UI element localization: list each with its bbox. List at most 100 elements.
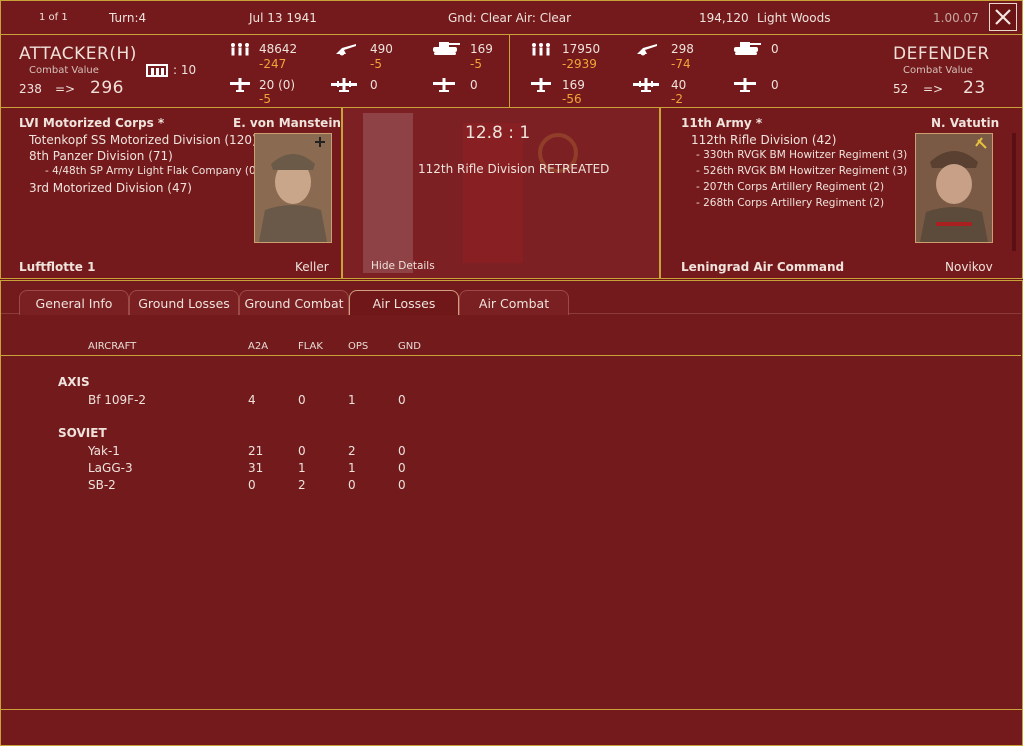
fort-level: : 10 — [173, 63, 197, 77]
def-bombers: 40 — [671, 78, 687, 92]
ops-value: 1 — [348, 393, 356, 407]
aircraft-name: LaGG-3 — [88, 461, 133, 475]
att-men-loss: -247 — [259, 57, 287, 71]
result-panel: 12.8 : 1 112th Rifle Division RETREATED … — [342, 107, 660, 279]
defender-subunit[interactable]: - 207th Corps Artillery Regiment (2) — [696, 181, 884, 193]
group-soviet: SOVIET — [58, 426, 107, 440]
def-recon: 0 — [771, 78, 779, 92]
col-header-a2a[interactable]: A2A — [248, 341, 268, 352]
men-icon — [531, 42, 551, 56]
version-label: 1.00.07 — [933, 11, 979, 25]
bottom-bar — [0, 709, 1023, 746]
att-bombers: 0 — [370, 78, 378, 92]
tab-air-losses[interactable]: Air Losses — [349, 290, 459, 315]
aircraft-name: Yak-1 — [88, 444, 120, 458]
a2a-value: 4 — [248, 393, 256, 407]
defender-leader[interactable]: N. Vatutin — [931, 116, 999, 130]
attacker-cv-arrow: => — [55, 82, 76, 96]
defender-scrollbar[interactable] — [1012, 133, 1016, 251]
bomber-icon — [331, 77, 357, 92]
gun-icon — [635, 42, 657, 56]
combat-result: 112th Rifle Division RETREATED — [418, 162, 610, 176]
close-button[interactable] — [989, 3, 1017, 31]
fighter-icon — [230, 77, 250, 92]
def-men-loss: -2939 — [562, 57, 597, 71]
att-guns-loss: -5 — [370, 57, 382, 71]
terrain-label: Light Woods — [757, 11, 831, 25]
col-header-aircraft[interactable]: AIRCRAFT — [88, 341, 136, 352]
defender-title: DEFENDER — [893, 44, 990, 64]
ops-value: 0 — [348, 478, 356, 492]
page-indicator: 1 of 1 — [39, 12, 68, 23]
header-divider — [1, 355, 1021, 356]
defender-subunit[interactable]: - 330th RVGK BM Howitzer Regiment (3) — [696, 149, 907, 161]
attacker-title: ATTACKER(H) — [19, 44, 137, 64]
att-fighters-loss: -5 — [259, 92, 271, 106]
recon-icon — [433, 77, 455, 92]
att-fighters: 20 (0) — [259, 78, 296, 92]
attacker-unit[interactable]: 8th Panzer Division (71) — [29, 149, 173, 163]
defender-cv-label: Combat Value — [903, 65, 973, 76]
close-icon — [995, 9, 1011, 25]
defender-hq[interactable]: 11th Army * — [681, 116, 762, 130]
col-header-ops[interactable]: OPS — [348, 341, 368, 352]
group-axis: AXIS — [58, 375, 90, 389]
defender-stats-panel: 17950 -2939 298 -74 0 169 -56 40 -2 0 DE… — [509, 34, 1023, 108]
defender-subunit[interactable]: - 268th Corps Artillery Regiment (2) — [696, 197, 884, 209]
defender-command-panel: 11th Army * N. Vatutin 112th Rifle Divis… — [660, 107, 1023, 279]
tab-air-combat[interactable]: Air Combat — [459, 290, 569, 315]
defender-subunit[interactable]: - 526th RVGK BM Howitzer Regiment (3) — [696, 165, 907, 177]
attacker-hq[interactable]: LVI Motorized Corps * — [19, 116, 164, 130]
attacker-leader[interactable]: E. von Manstein — [233, 116, 341, 130]
att-recon: 0 — [470, 78, 478, 92]
attacker-cv-before: 238 — [19, 82, 42, 96]
ops-value: 1 — [348, 461, 356, 475]
def-guns-loss: -74 — [671, 57, 691, 71]
defender-leader-portrait[interactable] — [915, 133, 993, 243]
def-men: 17950 — [562, 42, 601, 56]
attacker-unit[interactable]: Totenkopf SS Motorized Division (120) — [29, 133, 257, 147]
tab-ground-combat[interactable]: Ground Combat — [239, 290, 349, 315]
attacker-air-leader[interactable]: Keller — [295, 260, 329, 274]
col-header-flak[interactable]: FLAK — [298, 341, 323, 352]
hide-details-link[interactable]: Hide Details — [371, 260, 435, 272]
weather-label: Gnd: Clear Air: Clear — [448, 11, 572, 25]
attacker-subunit[interactable]: - 4/48th SP Army Light Flak Company (0) — [45, 165, 260, 177]
flak-value: 0 — [298, 393, 306, 407]
attacker-stats-panel: ATTACKER(H) Combat Value 238 => 296 : 10… — [0, 34, 510, 108]
defender-cv-arrow: => — [923, 82, 944, 96]
attacker-unit[interactable]: 3rd Motorized Division (47) — [29, 181, 192, 195]
defender-air-leader[interactable]: Novikov — [945, 260, 993, 274]
gnd-value: 0 — [398, 478, 406, 492]
tab-ground-losses[interactable]: Ground Losses — [129, 290, 239, 315]
def-bombers-loss: -2 — [671, 92, 683, 106]
tank-icon — [431, 40, 460, 55]
defender-cv-after: 23 — [963, 78, 986, 98]
def-fighters: 169 — [562, 78, 585, 92]
defender-unit[interactable]: 112th Rifle Division (42) — [691, 133, 836, 147]
attacker-air-hq[interactable]: Luftflotte 1 — [19, 260, 95, 274]
tank-icon — [732, 40, 761, 55]
gnd-value: 0 — [398, 444, 406, 458]
odds-ratio: 12.8 : 1 — [465, 123, 531, 143]
a2a-value: 0 — [248, 478, 256, 492]
col-header-gnd[interactable]: GND — [398, 341, 421, 352]
hex-label: 194,120 — [699, 11, 749, 25]
attacker-leader-portrait[interactable] — [254, 133, 332, 243]
recon-icon — [734, 77, 756, 92]
def-tanks: 0 — [771, 42, 779, 56]
a2a-value: 21 — [248, 444, 264, 458]
a2a-value: 31 — [248, 461, 264, 475]
defender-air-hq[interactable]: Leningrad Air Command — [681, 260, 844, 274]
date-label: Jul 13 1941 — [249, 11, 317, 25]
att-men: 48642 — [259, 42, 298, 56]
flak-value: 0 — [298, 444, 306, 458]
attacker-cv-after: 296 — [90, 78, 124, 98]
aircraft-name: Bf 109F-2 — [88, 393, 147, 407]
tab-general-info[interactable]: General Info — [19, 290, 129, 315]
bomber-icon — [633, 77, 659, 92]
gnd-value: 0 — [398, 393, 406, 407]
gun-icon — [334, 42, 356, 56]
ops-value: 2 — [348, 444, 356, 458]
def-guns: 298 — [671, 42, 694, 56]
